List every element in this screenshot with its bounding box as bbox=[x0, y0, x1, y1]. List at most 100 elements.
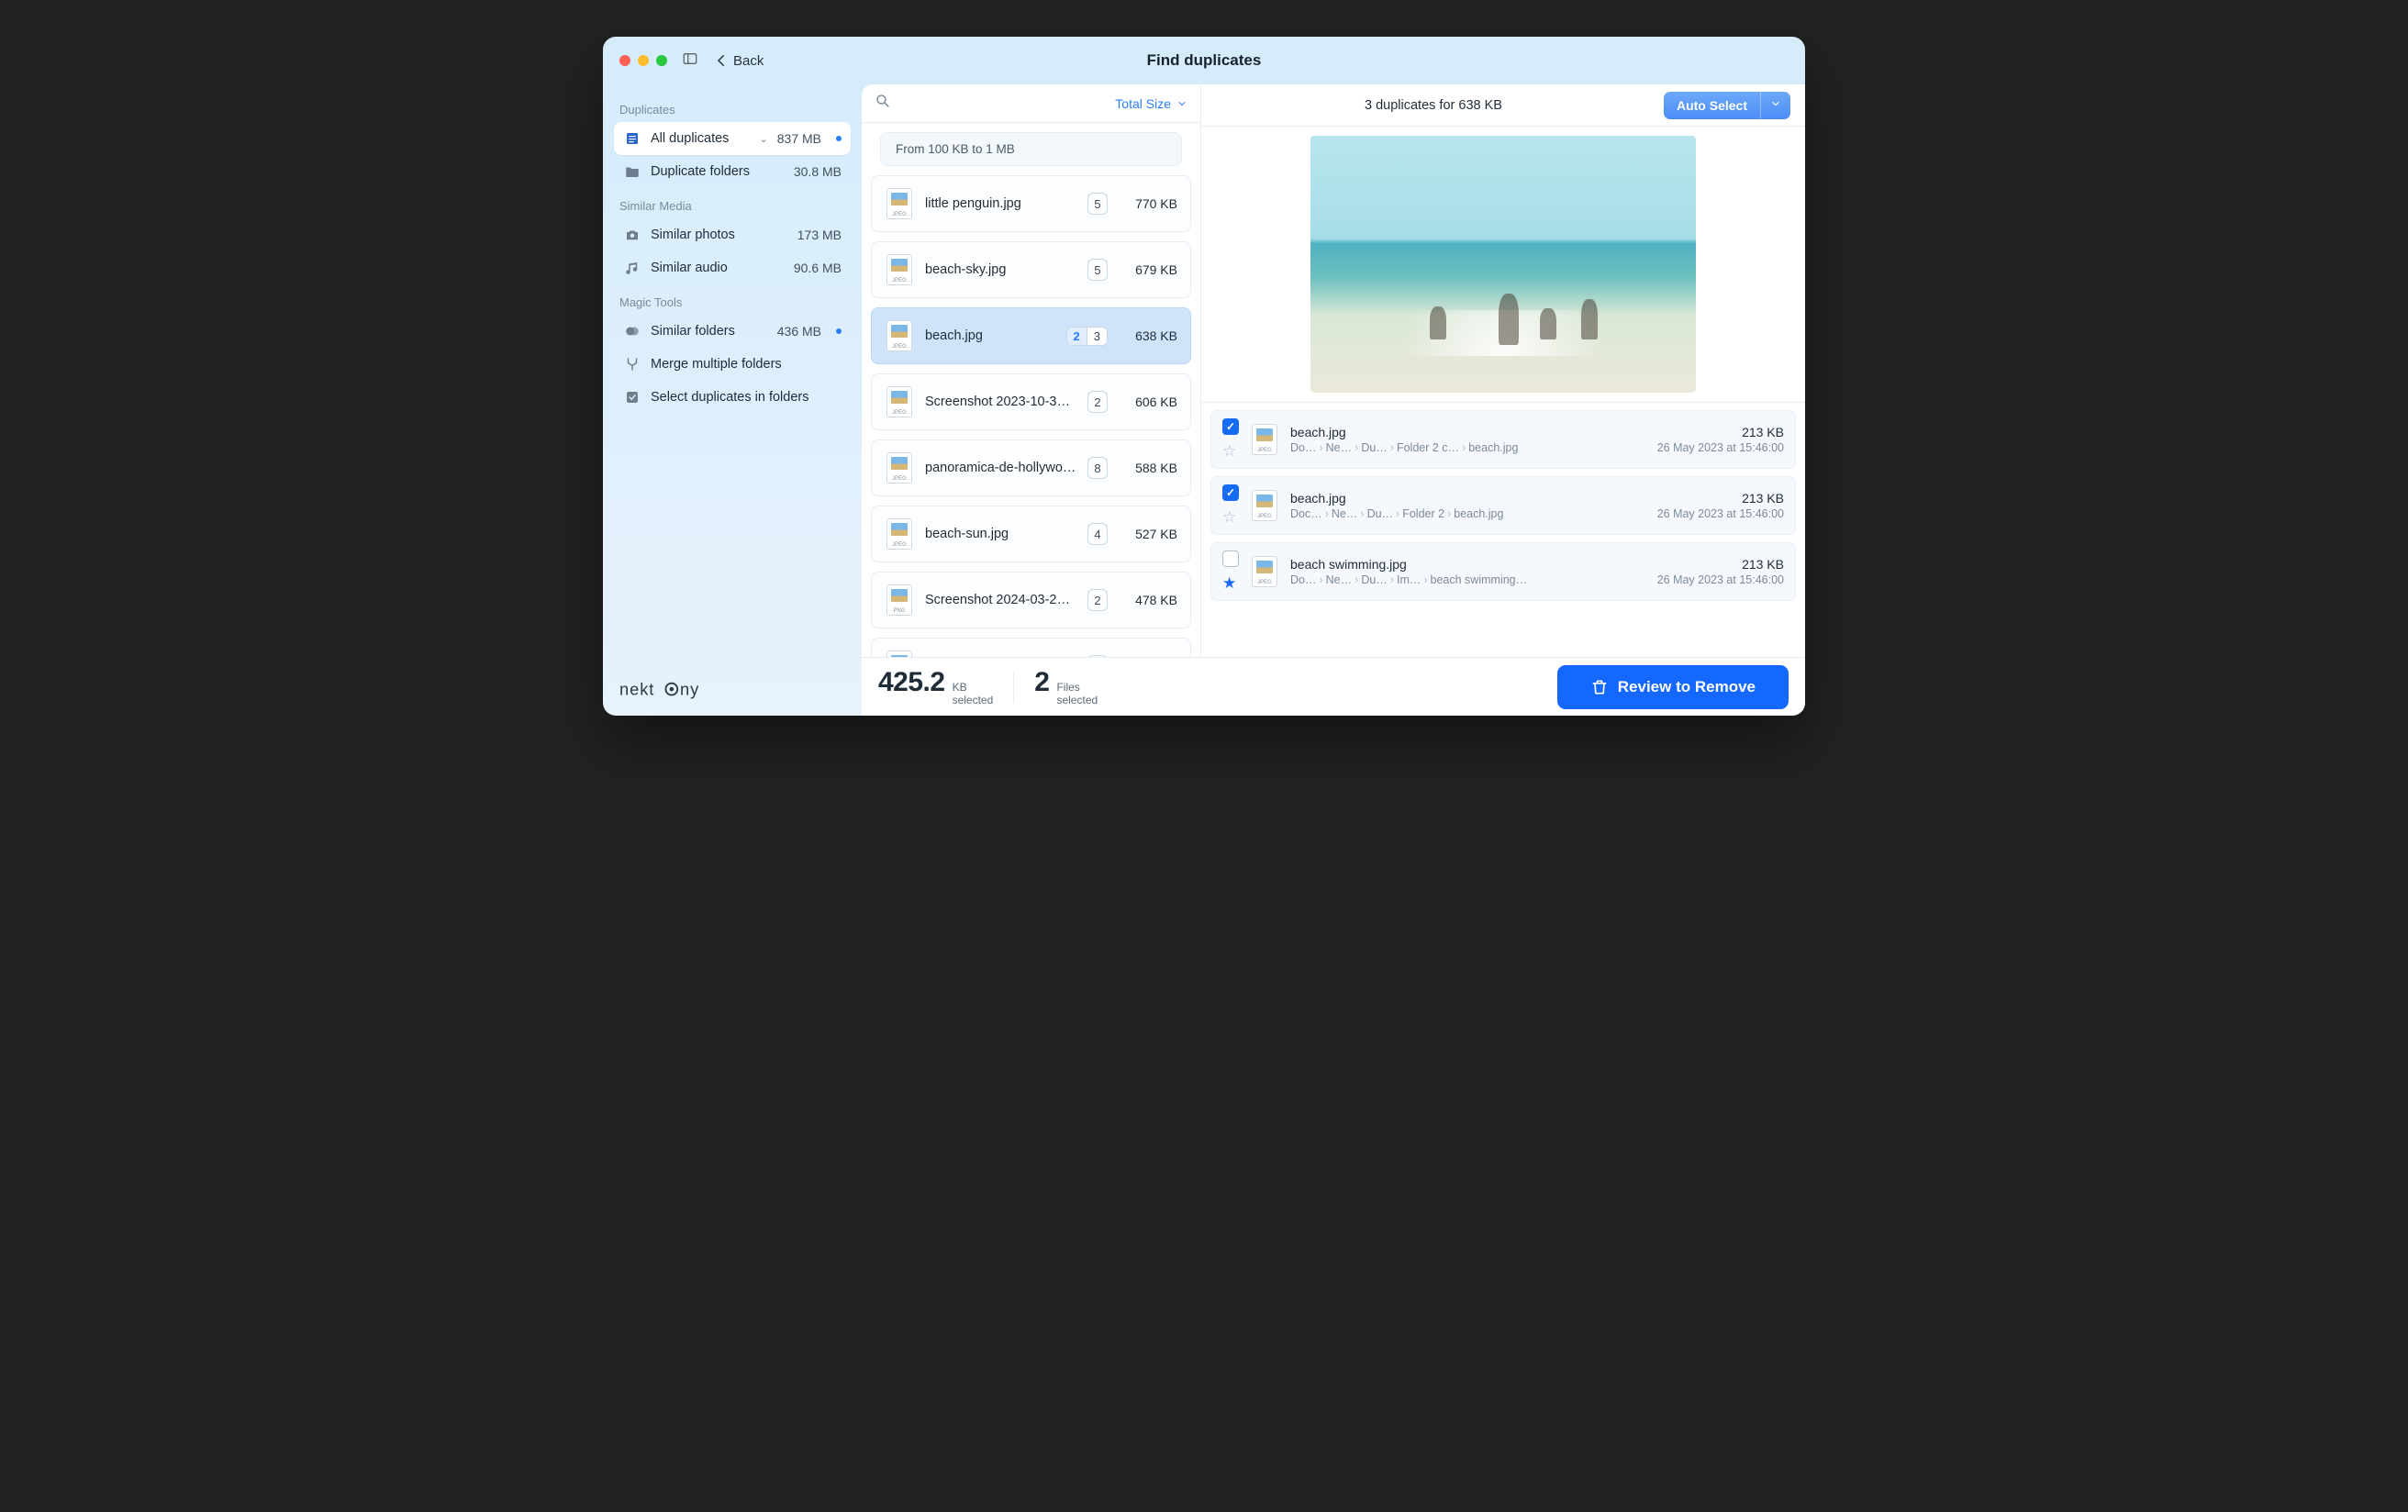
duplicate-row[interactable]: ★JPEGbeach swimming.jpgDo…›Ne…›Du…›Im…›b… bbox=[1210, 542, 1796, 601]
stat-files: 2 Files selected bbox=[1034, 667, 1098, 706]
chevron-down-icon bbox=[1770, 98, 1781, 109]
file-type-icon: JPEG bbox=[1248, 487, 1281, 524]
duplicate-path: Do…›Ne…›Du…›Folder 2 c…›beach.jpg bbox=[1290, 441, 1648, 454]
count-badge: 5 bbox=[1087, 193, 1108, 215]
count-badge: 4 bbox=[1087, 523, 1108, 545]
sidebar-item-size: 30.8 MB bbox=[794, 164, 842, 179]
duplicate-size: 213 KB bbox=[1657, 557, 1784, 572]
sidebar-item-all-duplicates[interactable]: All duplicates ⌄ 837 MB bbox=[614, 122, 851, 155]
file-size: 527 KB bbox=[1119, 527, 1177, 541]
sort-dropdown[interactable]: Total Size bbox=[1115, 96, 1187, 111]
file-type-icon: JPEG bbox=[885, 187, 914, 220]
review-label: Review to Remove bbox=[1618, 678, 1756, 696]
file-list-pane: Total Size From 100 KB to 1 MB JPEGlittl… bbox=[862, 84, 1201, 657]
chevron-down-icon: ⌄ bbox=[760, 133, 768, 145]
sidebar-item-similar-folders[interactable]: Similar folders436 MB bbox=[614, 315, 851, 348]
file-row[interactable]: JPEGScreenshot 2023-10-30…2606 KB bbox=[871, 373, 1191, 430]
chevron-down-icon bbox=[1176, 98, 1187, 109]
traffic-lights bbox=[619, 55, 667, 66]
detail-summary: 3 duplicates for 638 KB bbox=[1216, 98, 1651, 113]
footer: 425.2 KB selected 2 Files selected bbox=[862, 657, 1805, 716]
sidebar-toggle-button[interactable] bbox=[682, 50, 698, 72]
file-row[interactable]: JPEGlittle penguin.jpg5770 KB bbox=[871, 175, 1191, 232]
stat-size-sub: selected bbox=[953, 695, 994, 706]
count-badge: 2 bbox=[1087, 589, 1108, 611]
sidebar-item-merge-multiple-folders[interactable]: Merge multiple folders bbox=[614, 348, 851, 381]
back-button[interactable]: Back bbox=[713, 52, 764, 69]
file-row[interactable]: JPEGpanoramica-de-hollywo…8588 KB bbox=[871, 439, 1191, 496]
sidebar-item-size: 90.6 MB bbox=[794, 261, 842, 275]
svg-text:ny: ny bbox=[680, 680, 699, 699]
divider bbox=[1013, 672, 1014, 703]
file-row[interactable]: JPEG beach.jpg 23 638 KB bbox=[871, 307, 1191, 364]
stat-files-sub: selected bbox=[1056, 695, 1098, 706]
file-size: 478 KB bbox=[1119, 593, 1177, 607]
sidebar-item-label: Duplicate folders bbox=[651, 164, 785, 179]
indicator-dot-icon bbox=[836, 328, 842, 334]
auto-select-button[interactable]: Auto Select bbox=[1664, 92, 1760, 119]
search-button[interactable] bbox=[875, 93, 891, 114]
file-row[interactable]: PNGScreenshot 2024-03-2…2478 KB bbox=[871, 572, 1191, 628]
file-name: panoramica-de-hollywo… bbox=[925, 461, 1076, 475]
file-type-icon: JPEG bbox=[885, 517, 914, 550]
star-button[interactable]: ★ bbox=[1222, 574, 1239, 593]
file-row[interactable]: JPEGbeach-summer.jpg2478 KB bbox=[871, 638, 1191, 657]
sidebar-item-similar-photos[interactable]: Similar photos173 MB bbox=[614, 218, 851, 251]
auto-select-group: Auto Select bbox=[1664, 92, 1790, 119]
file-name: beach.jpg bbox=[925, 328, 1055, 343]
indicator-dot-icon bbox=[836, 136, 842, 141]
duplicate-date: 26 May 2023 at 15:46:00 bbox=[1657, 507, 1784, 520]
file-row[interactable]: JPEG beach-sky.jpg 5 679 KB bbox=[871, 241, 1191, 298]
select-checkbox[interactable] bbox=[1222, 550, 1239, 567]
file-name: beach-sky.jpg bbox=[925, 262, 1076, 277]
select-checkbox[interactable] bbox=[1222, 418, 1239, 435]
section-label: Similar Media bbox=[619, 199, 845, 213]
back-label: Back bbox=[733, 53, 764, 69]
zoom-window-button[interactable] bbox=[656, 55, 667, 66]
count-badge: 2 bbox=[1087, 391, 1108, 413]
search-icon bbox=[875, 93, 891, 109]
sidebar-item-select-duplicates-in-folders[interactable]: Select duplicates in folders bbox=[614, 381, 851, 414]
duplicate-name: beach.jpg bbox=[1290, 491, 1648, 506]
review-to-remove-button[interactable]: Review to Remove bbox=[1557, 665, 1789, 709]
minimize-window-button[interactable] bbox=[638, 55, 649, 66]
list-icon bbox=[623, 130, 641, 147]
trash-icon bbox=[1590, 678, 1609, 696]
duplicate-list: ☆ JPEG beach.jpg Do…›Ne…›Du…›Folder 2 c…›be… bbox=[1201, 402, 1805, 608]
star-button[interactable]: ☆ bbox=[1222, 442, 1239, 461]
section-label: Magic Tools bbox=[619, 295, 845, 309]
close-window-button[interactable] bbox=[619, 55, 630, 66]
app-window: Back Find duplicates DuplicatesAll dupli… bbox=[603, 37, 1805, 716]
sidebar-item-size: 837 MB bbox=[777, 131, 821, 146]
folder-icon bbox=[623, 163, 641, 180]
auto-select-menu-button[interactable] bbox=[1760, 92, 1790, 119]
sidebar-item-duplicate-folders[interactable]: Duplicate folders 30.8 MB bbox=[614, 155, 851, 188]
sidebar-item-size: 173 MB bbox=[797, 228, 842, 242]
music-icon bbox=[623, 260, 641, 276]
file-size: 770 KB bbox=[1119, 196, 1177, 211]
file-type-icon: JPEG bbox=[885, 253, 914, 286]
sidebar-item-similar-audio[interactable]: Similar audio90.6 MB bbox=[614, 251, 851, 284]
stat-size-value: 425.2 bbox=[878, 667, 945, 698]
sidebar-item-label: Similar folders bbox=[651, 324, 768, 339]
count-badge: 8 bbox=[1087, 457, 1108, 479]
check-folder-icon bbox=[623, 389, 641, 406]
sidebar-icon bbox=[682, 50, 698, 67]
preview-image bbox=[1310, 136, 1696, 393]
file-row[interactable]: JPEGbeach-sun.jpg4527 KB bbox=[871, 506, 1191, 562]
file-type-icon: JPEG bbox=[885, 319, 914, 352]
duplicate-row[interactable]: ☆JPEGbeach.jpgDo…›Ne…›Du…›Folder 2 c…›be… bbox=[1210, 410, 1796, 469]
sidebar-item-label: All duplicates bbox=[651, 131, 754, 146]
duplicate-row[interactable]: ☆JPEGbeach.jpgDoc…›Ne…›Du…›Folder 2›beac… bbox=[1210, 476, 1796, 535]
file-type-icon: JPEG bbox=[885, 451, 914, 484]
group-header: From 100 KB to 1 MB bbox=[880, 132, 1182, 166]
count-badge: 23 bbox=[1066, 327, 1108, 346]
file-size: 638 KB bbox=[1119, 328, 1177, 343]
count-badge: 5 bbox=[1087, 259, 1108, 281]
stat-files-value: 2 bbox=[1034, 667, 1049, 698]
select-checkbox[interactable] bbox=[1222, 484, 1239, 501]
star-button[interactable]: ☆ bbox=[1222, 508, 1239, 527]
duplicate-size: 213 KB bbox=[1657, 491, 1784, 506]
file-size: 679 KB bbox=[1119, 262, 1177, 277]
svg-text:nekt: nekt bbox=[619, 680, 654, 699]
